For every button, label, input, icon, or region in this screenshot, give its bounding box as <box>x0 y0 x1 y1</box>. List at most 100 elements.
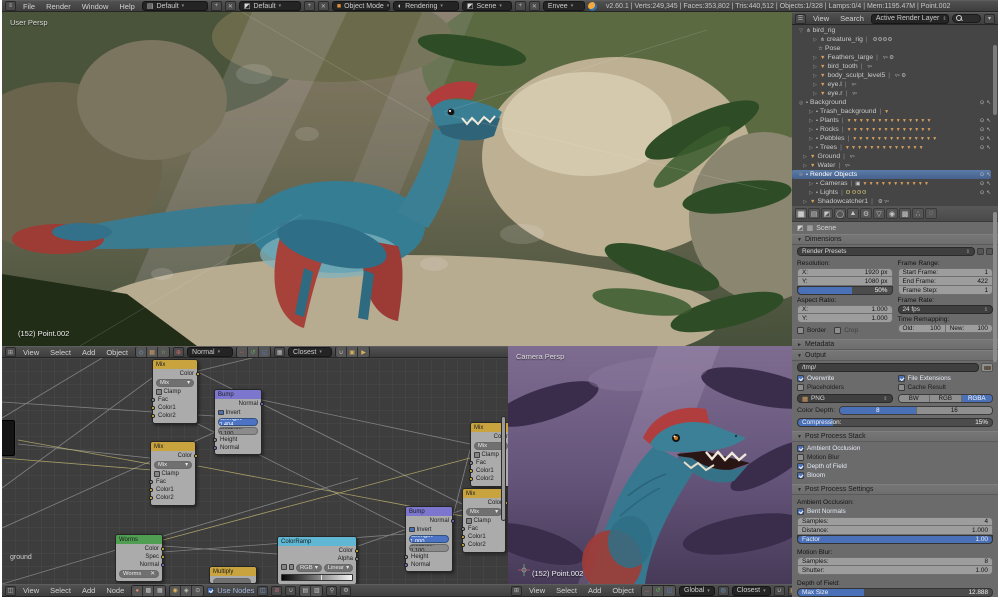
shutter-field[interactable]: Shutter: 1.00 <box>797 566 993 575</box>
menu-render[interactable]: Render <box>42 2 75 11</box>
parent-node-tree-icon[interactable]: ◫ <box>257 585 269 596</box>
tab-render-icon[interactable]: ▦ <box>795 208 807 219</box>
manipulator-axis-icon[interactable]: ⊕ <box>173 347 185 357</box>
menu-help[interactable]: Help <box>115 2 138 11</box>
rotate-icon[interactable]: ↺ <box>248 347 260 357</box>
material-nodes-icon[interactable]: ● <box>132 585 144 596</box>
selectability-icon[interactable]: ↖ <box>986 118 991 124</box>
node-bump-2[interactable]: Bump Normal Invert Strength: 1.000 Dista… <box>403 506 455 572</box>
color1-input-socket[interactable] <box>150 406 155 410</box>
add-button[interactable]: + <box>514 1 526 11</box>
frame-rate-dropdown[interactable]: 24 fps ⇕ <box>897 305 993 314</box>
fac-input-socket[interactable] <box>150 398 155 402</box>
math-operation-dropdown[interactable] <box>213 578 251 583</box>
tab-render-layers-icon[interactable]: ▤ <box>808 208 820 219</box>
outliner-row-trees[interactable]: ▷ • Trees | ▼▼▼▼▼▼▼▼▼▼▼▼▼ ⊙ ↖ <box>792 143 991 152</box>
active-scene-dropdown[interactable]: ◩ Scene ▾ <box>461 1 512 11</box>
node-header[interactable]: Bump <box>215 390 261 399</box>
node-mix-1[interactable]: Mix Color Mix ▾ Clamp Fac Color1 Color2 <box>150 359 200 424</box>
resolution-percentage-slider[interactable]: 50% <box>797 286 893 295</box>
depth-of-field-checkbox[interactable] <box>797 463 804 470</box>
draw-mode-buttons[interactable]: ◇ ▦ ☆ <box>135 347 171 357</box>
cache-result-checkbox[interactable] <box>897 384 905 391</box>
time-remap-new-field[interactable]: New: 100 <box>945 324 993 333</box>
panel-header-output[interactable]: ▼ Output <box>792 350 998 361</box>
node-header[interactable]: Mix <box>151 442 195 451</box>
screen-layout-dropdown[interactable]: ▤ Default ▾ <box>141 1 208 11</box>
editor-type-icon[interactable]: ⊞ <box>511 585 522 596</box>
outliner-row-background[interactable]: ◎ • Background ⊙ ↖ <box>792 98 991 107</box>
layers-icon[interactable]: ▦ <box>274 347 286 357</box>
manipulator-buttons[interactable]: ↔ ↺ ◱ <box>236 347 272 357</box>
menu-view[interactable]: View <box>19 348 43 357</box>
tab-physics-icon[interactable]: ◌ <box>925 208 937 219</box>
remove-preset-button[interactable] <box>986 248 993 255</box>
menu-object[interactable]: Object <box>608 586 638 595</box>
pin-icon[interactable]: ⊙ <box>192 585 204 596</box>
node-header[interactable]: Worms <box>116 535 162 544</box>
tab-data-icon[interactable]: ▽ <box>873 208 885 219</box>
visibility-eye-icon[interactable]: ⊙ <box>980 127 985 133</box>
tab-scene-icon[interactable]: ◩ <box>821 208 833 219</box>
motion-blur-checkbox[interactable] <box>797 454 804 461</box>
time-remap-old-field[interactable]: Old: 100 <box>897 324 946 333</box>
outliner-search-input[interactable] <box>951 14 981 23</box>
delete-layout-button[interactable]: ✕ <box>224 1 236 11</box>
layout-buttons[interactable]: ▤ ▥ <box>299 585 324 596</box>
outliner-filter-dropdown[interactable]: Active Render Layer ⇕ <box>870 13 949 24</box>
crop-checkbox[interactable] <box>834 327 842 334</box>
node-multiply[interactable]: Multiply <box>209 566 257 584</box>
add-layout-button[interactable]: + <box>210 1 222 11</box>
invert-checkbox[interactable] <box>218 409 224 416</box>
node-header[interactable]: Mix <box>463 489 505 498</box>
color1-input-socket[interactable] <box>460 535 465 539</box>
blend-mode-dropdown[interactable]: Mix▾ <box>154 461 192 469</box>
outliner-row-shadowcatcher1[interactable]: ▷ ▼ Shadowcatcher1 | ⚙ ▿▫ <box>792 197 991 206</box>
strength-slider[interactable]: Strength: 1.000 <box>409 534 449 543</box>
outliner-row-eye-r[interactable]: ▷ ▼ eye.r | ▿▫ <box>792 89 991 98</box>
visibility-eye-icon[interactable]: ⊙ <box>980 145 985 151</box>
viewport-scene-canvas[interactable] <box>2 12 792 346</box>
height-input-socket[interactable] <box>403 554 408 559</box>
selectability-icon[interactable]: ↖ <box>986 172 991 178</box>
material-slot-buttons[interactable]: ◉ ◈ ⊙ <box>169 585 205 596</box>
camera-3d-viewport[interactable]: Camera Persp (152) Point.002 <box>508 346 792 584</box>
outliner-row-ground[interactable]: ▷ ▼ Ground | ▿▫ <box>792 152 991 161</box>
aspect-y-field[interactable]: Y: 1.000 <box>797 314 893 323</box>
menu-file[interactable]: File <box>19 2 39 11</box>
strength-slider[interactable]: Strength: 0.404 <box>218 417 258 426</box>
ao-factor-slider[interactable]: Factor 1.00 <box>797 535 993 544</box>
outliner-row-pose[interactable]: ☆ Pose <box>792 44 991 53</box>
menu-search[interactable]: Search <box>836 14 868 23</box>
color-ramp-gradient[interactable] <box>281 573 353 581</box>
tab-world-icon[interactable]: ◯ <box>834 208 846 219</box>
menu-add[interactable]: Add <box>78 348 99 357</box>
visibility-eye-icon[interactable]: ⊙ <box>980 136 985 142</box>
render-presets-dropdown[interactable]: Render Presets ⇕ <box>797 247 975 256</box>
ao-distance-field[interactable]: Distance: 1.000 <box>797 526 993 535</box>
snap-element-dropdown[interactable]: Closest ▾ <box>288 347 333 357</box>
outliner-row-feathers-large[interactable]: ▷ ▼ Feathers_large | ▿▫ ⚙ <box>792 53 991 62</box>
visibility-eye-icon[interactable]: ⊙ <box>980 100 985 106</box>
outliner-row-creature-rig[interactable]: ▷ ⋔ creature_rig | ⚙⚙⚙⚙ <box>792 35 991 44</box>
color2-input-socket[interactable] <box>150 414 155 418</box>
tab-texture-icon[interactable]: ▩ <box>899 208 911 219</box>
wireframe-icon[interactable]: ◇ <box>136 347 148 357</box>
outliner-row-bird-rig[interactable]: ▽ ⋔ bird_rig <box>792 26 991 35</box>
color2-input-socket[interactable] <box>468 477 473 481</box>
texture-nodes-icon[interactable]: ▦ <box>154 585 166 596</box>
selectability-icon[interactable]: ↖ <box>986 127 991 133</box>
distance-slider[interactable]: Distance: 0.100 <box>218 427 258 435</box>
tab-particles-icon[interactable]: ∴ <box>912 208 924 219</box>
spec-output-socket[interactable] <box>160 555 165 559</box>
go-back-icon[interactable]: ⊘ <box>271 585 283 596</box>
pivot-icon[interactable]: ☆ <box>158 347 170 357</box>
clamp-checkbox[interactable] <box>154 471 160 477</box>
blend-mode-dropdown[interactable]: Mix▾ <box>156 379 194 387</box>
normal-input-socket[interactable] <box>403 562 408 567</box>
node-bump-1[interactable]: Bump Normal Invert Strength: 0.404 Dista… <box>212 389 264 455</box>
max-size-slider[interactable]: Max Size 12.888 <box>797 588 993 597</box>
selectability-icon[interactable]: ↖ <box>986 100 991 106</box>
group-datablock-selector[interactable]: Worms ✕ <box>119 570 159 578</box>
menu-object[interactable]: Object <box>102 348 132 357</box>
